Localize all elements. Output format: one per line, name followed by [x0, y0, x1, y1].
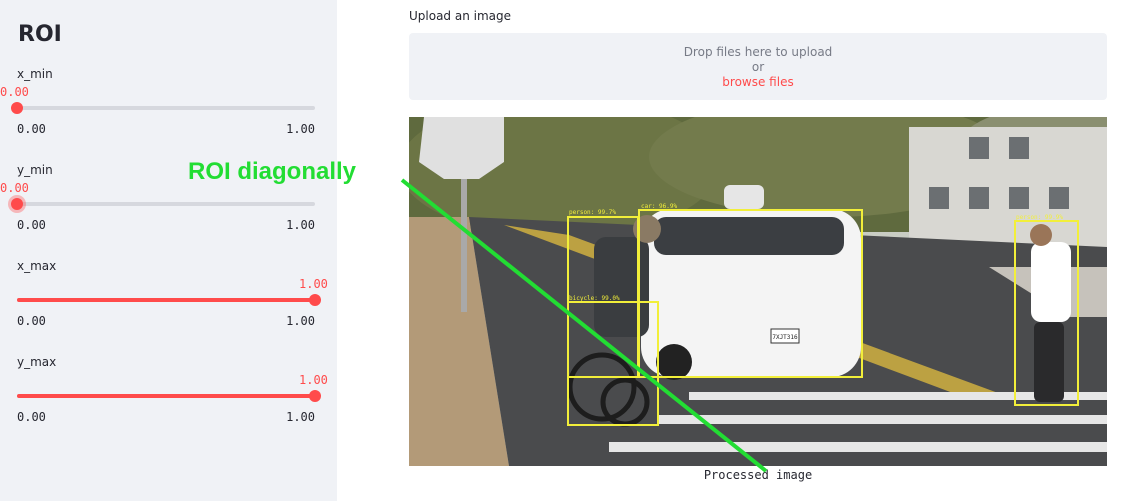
slider-min-label: 0.00 [17, 314, 46, 328]
slider-thumb[interactable] [11, 102, 23, 114]
or-text: or [751, 60, 765, 74]
slider-thumb[interactable] [11, 198, 23, 210]
slider-x-min[interactable]: x_min 0.00 0.00 1.00 [0, 67, 337, 157]
building-window [1009, 187, 1029, 209]
box-label: bicycle: 99.0% [569, 295, 620, 302]
stop-sign-back [419, 117, 504, 179]
slider-max-label: 1.00 [286, 218, 315, 232]
annotation-label: ROI diagonally [188, 158, 357, 185]
file-dropzone[interactable]: Drop files here to upload or browse file… [409, 33, 1107, 100]
slider-track[interactable] [17, 390, 321, 402]
car-windshield [654, 217, 844, 255]
slider-value: 1.00 [299, 373, 328, 387]
slider-track[interactable] [11, 102, 315, 114]
cyclist-body [594, 237, 649, 337]
box-label: car: 96.9% [641, 203, 678, 210]
street-scene: 7XJT316 person: 99.7% car: 96.9% bicycle… [409, 117, 1107, 466]
slider-fill [17, 394, 315, 398]
slider-track[interactable] [17, 294, 321, 306]
image-caption: Processed image [703, 468, 813, 482]
upload-label: Upload an image [409, 9, 512, 23]
browse-files-link[interactable]: browse files [409, 75, 1107, 90]
building-window [929, 187, 949, 209]
slider-value: 1.00 [299, 277, 328, 291]
slider-min-label: 0.00 [17, 122, 46, 136]
slider-y-max[interactable]: y_max 1.00 0.00 1.00 [0, 355, 337, 445]
car-sensor [724, 185, 764, 209]
building-window [969, 187, 989, 209]
sidebar: ROI x_min 0.00 0.00 1.00 y_min 0.00 0.00… [0, 0, 337, 501]
car-wheel [656, 344, 692, 380]
crosswalk-stripe [609, 442, 1107, 452]
building-window [1009, 137, 1029, 159]
slider-min-label: 0.00 [17, 410, 46, 424]
slider-x-max[interactable]: x_max 1.00 0.00 1.00 [0, 259, 337, 349]
slider-max-label: 1.00 [286, 410, 315, 424]
slider-thumb[interactable] [309, 294, 321, 306]
slider-max-label: 1.00 [286, 122, 315, 136]
pedestrian-head [1030, 224, 1052, 246]
crosswalk-stripe [659, 415, 1107, 424]
box-label: person: 99.9% [1016, 214, 1063, 221]
slider-value: 0.00 [0, 85, 29, 99]
sidebar-title: ROI [18, 22, 62, 47]
license-plate-text: 7XJT316 [772, 334, 798, 341]
slider-label: x_min [17, 67, 53, 81]
box-label: person: 99.7% [569, 209, 616, 216]
drop-text: Drop files here to upload [683, 45, 833, 59]
slider-label: y_max [17, 355, 57, 369]
slider-thumb[interactable] [309, 390, 321, 402]
processed-image: 7XJT316 person: 99.7% car: 96.9% bicycle… [409, 117, 1107, 466]
pedestrian-shirt [1031, 242, 1071, 322]
pedestrian-pants [1034, 322, 1064, 402]
building-window [969, 137, 989, 159]
slider-value: 0.00 [0, 181, 29, 195]
slider-label: x_max [17, 259, 57, 273]
building-window [1049, 187, 1069, 209]
slider-min-label: 0.00 [17, 218, 46, 232]
slider-label: y_min [17, 163, 53, 177]
slider-max-label: 1.00 [286, 314, 315, 328]
slider-track[interactable] [11, 198, 315, 210]
slider-fill [17, 298, 315, 302]
